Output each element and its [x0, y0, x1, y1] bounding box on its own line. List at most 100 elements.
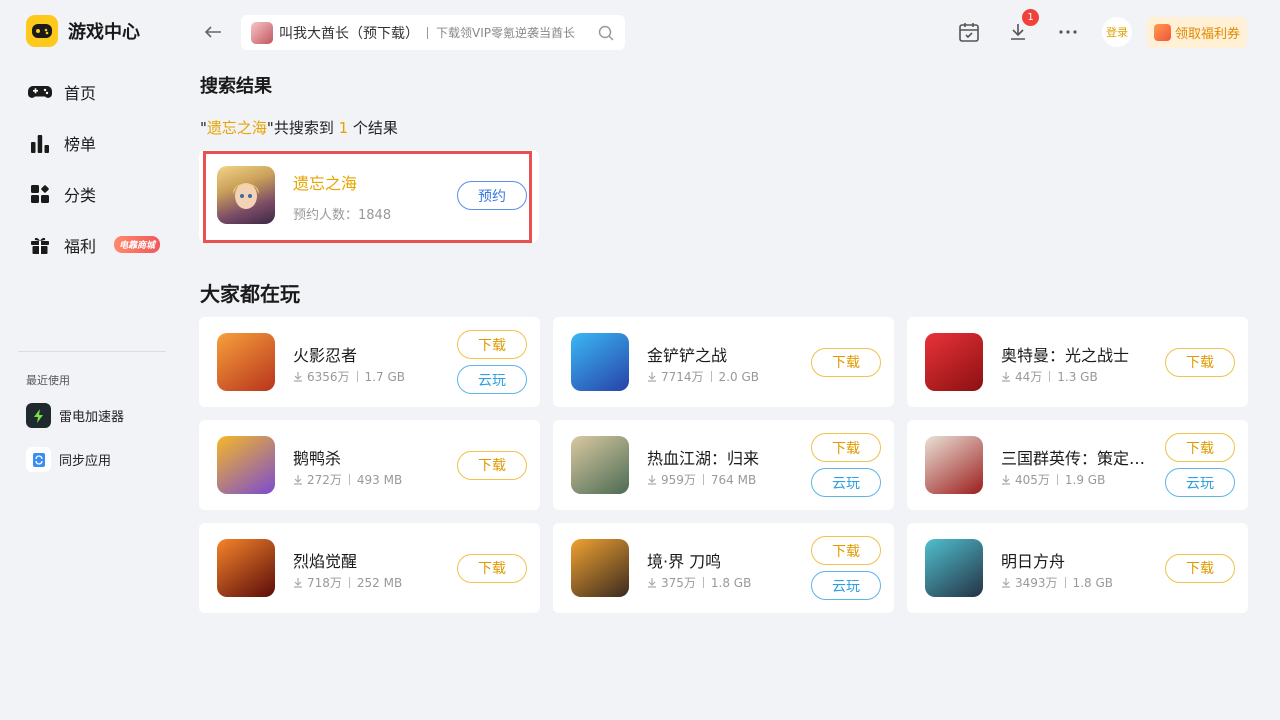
- calendar-icon[interactable]: [957, 20, 981, 44]
- download-count-icon: [294, 578, 302, 588]
- download-count-icon: [648, 372, 656, 382]
- download-button[interactable]: 下载: [811, 347, 881, 377]
- game-meta: 7714万 2.0 GB: [647, 368, 759, 385]
- sidebar-nav: 首页 榜单 分类 福利 电靠商城: [18, 66, 168, 270]
- search-game-thumbnail: [251, 21, 273, 44]
- game-icon[interactable]: [925, 436, 983, 494]
- file-size: 1.3 GB: [1057, 369, 1098, 384]
- game-card[interactable]: 鹅鸭杀 272万 493 MB 下载: [199, 420, 540, 510]
- game-actions: 下载 云玩: [811, 523, 881, 613]
- app-title: 游戏中心: [68, 22, 140, 43]
- download-button[interactable]: 下载: [457, 553, 527, 583]
- game-icon[interactable]: [217, 539, 275, 597]
- game-icon[interactable]: [571, 333, 629, 391]
- gamepad-logo-icon: [26, 15, 58, 47]
- download-count-icon: [1002, 372, 1010, 382]
- file-size: 1.8 GB: [710, 575, 752, 590]
- sidebar-item-home[interactable]: 首页: [18, 66, 168, 117]
- game-card[interactable]: 热血江湖：归来 959万 764 MB 下载 云玩: [553, 420, 894, 510]
- recent-item-label: 雷电加速器: [59, 410, 125, 425]
- game-meta: 44万 1.3 GB: [1001, 368, 1098, 385]
- back-arrow-icon[interactable]: [201, 20, 225, 44]
- download-count: 6356万: [307, 370, 350, 384]
- meta-separator: [1056, 474, 1058, 485]
- game-name[interactable]: 烈焰觉醒: [293, 548, 357, 572]
- download-button[interactable]: 下载: [1165, 433, 1235, 462]
- game-card[interactable]: 境·界 刀鸣 375万 1.8 GB 下载云玩: [553, 523, 894, 613]
- download-button[interactable]: 下载: [457, 330, 527, 359]
- search-bar[interactable]: 叫我大酋长（预下载） 下载领VIP零氪逆袭当酋长: [241, 15, 625, 50]
- download-button[interactable]: 下载: [457, 450, 527, 480]
- reserve-button[interactable]: 预约: [457, 181, 527, 210]
- download-count-icon: [294, 475, 302, 485]
- sidebar-item-label: 榜单: [64, 134, 97, 154]
- game-card[interactable]: 火影忍者 6356万 1.7 GB 下载云玩: [199, 317, 540, 407]
- file-size: 1.7 GB: [364, 369, 405, 384]
- download-count-badge: 1: [1022, 9, 1039, 26]
- game-name[interactable]: 奥特曼：光之战士: [1001, 342, 1129, 366]
- more-icon[interactable]: [1056, 20, 1080, 44]
- game-icon[interactable]: [217, 166, 275, 224]
- cloud-play-button[interactable]: 云玩: [1165, 468, 1235, 497]
- meta-separator: [356, 371, 358, 382]
- sidebar-item-ranking[interactable]: 榜单: [18, 117, 168, 168]
- cloud-play-button[interactable]: 云玩: [457, 365, 527, 394]
- game-card[interactable]: 奥特曼：光之战士 44万 1.3 GB 下载: [907, 317, 1248, 407]
- download-button[interactable]: 下载: [811, 536, 881, 565]
- popular-games-grid: 火影忍者 6356万 1.7 GB 下载 云玩 金铲铲之战 7714万 2.0 GB 下载 奥特曼…: [199, 317, 1248, 613]
- search-keyword: 遗忘之海: [206, 119, 267, 137]
- download-button[interactable]: 下载: [1165, 347, 1235, 377]
- meta-separator: [702, 474, 704, 485]
- meta-separator: [348, 577, 350, 588]
- game-name[interactable]: 火影忍者: [293, 342, 357, 366]
- download-count: 272万: [307, 473, 342, 487]
- game-card[interactable]: 明日方舟 3493万 1.8 GB 下载: [907, 523, 1248, 613]
- search-results-title: 搜索结果: [200, 76, 272, 97]
- download-count-icon: [648, 475, 656, 485]
- game-actions: 下载 云玩: [811, 420, 881, 510]
- game-meta: 375万 1.8 GB: [647, 574, 751, 591]
- game-name[interactable]: 三国群英传：策定九州: [1001, 445, 1146, 469]
- file-size: 493 MB: [356, 472, 403, 487]
- meta-separator: [348, 474, 350, 485]
- game-name[interactable]: 鹅鸭杀: [293, 445, 341, 469]
- search-input[interactable]: 叫我大酋长（预下载）: [279, 23, 419, 43]
- claim-coupon-button[interactable]: 领取福利券: [1147, 17, 1247, 48]
- sidebar-item-category[interactable]: 分类: [18, 168, 168, 219]
- login-button[interactable]: 登录: [1102, 17, 1132, 47]
- recent-item-thunder-accelerator[interactable]: 雷电加速器: [26, 403, 124, 428]
- result-game-name[interactable]: 遗忘之海: [293, 170, 357, 194]
- download-count: 3493万: [1015, 576, 1058, 590]
- game-card[interactable]: 金铲铲之战 7714万 2.0 GB 下载: [553, 317, 894, 407]
- game-icon[interactable]: [925, 333, 983, 391]
- result-count: 1: [338, 119, 349, 137]
- game-card[interactable]: 烈焰觉醒 718万 252 MB 下载: [199, 523, 540, 613]
- summary-quote: ": [200, 119, 207, 137]
- cloud-play-button[interactable]: 云玩: [811, 571, 881, 600]
- file-size: 764 MB: [710, 472, 757, 487]
- sidebar-item-welfare[interactable]: 福利 电靠商城: [18, 219, 168, 270]
- download-count: 718万: [307, 576, 342, 590]
- search-icon[interactable]: [597, 24, 615, 42]
- download-button[interactable]: 下载: [811, 433, 881, 462]
- download-count: 7714万: [661, 370, 704, 384]
- game-icon[interactable]: [571, 539, 629, 597]
- game-card[interactable]: 三国群英传：策定九州 405万 1.9 GB 下载 云玩: [907, 420, 1248, 510]
- sidebar-item-label: 福利: [64, 236, 97, 256]
- sidebar-item-label: 首页: [64, 83, 97, 103]
- recent-item-sync-app[interactable]: 同步应用: [26, 447, 111, 472]
- game-name[interactable]: 热血江湖：归来: [647, 445, 759, 469]
- cloud-play-button[interactable]: 云玩: [811, 468, 881, 497]
- meta-separator: [1064, 577, 1066, 588]
- game-icon[interactable]: [571, 436, 629, 494]
- game-name[interactable]: 境·界 刀鸣: [647, 548, 721, 572]
- game-name[interactable]: 明日方舟: [1001, 548, 1065, 572]
- game-icon[interactable]: [217, 436, 275, 494]
- game-icon[interactable]: [217, 333, 275, 391]
- recent-item-label: 同步应用: [59, 454, 112, 469]
- gamepad-icon: [28, 80, 52, 104]
- game-icon[interactable]: [925, 539, 983, 597]
- game-name[interactable]: 金铲铲之战: [647, 342, 727, 366]
- download-count: 375万: [661, 576, 696, 590]
- download-button[interactable]: 下载: [1165, 553, 1235, 583]
